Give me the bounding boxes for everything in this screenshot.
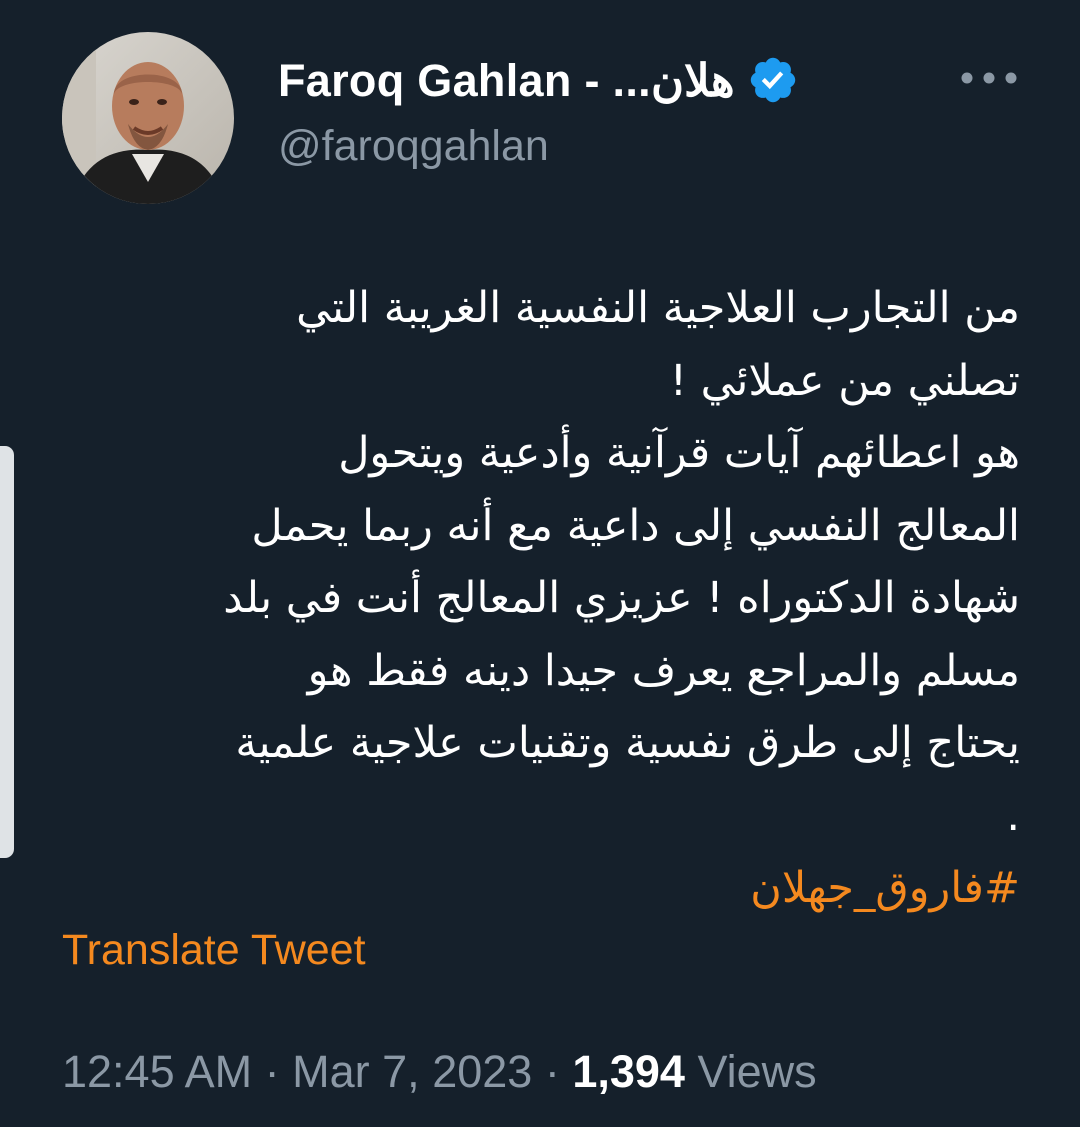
author-handle[interactable]: @faroqgahlan xyxy=(278,122,549,171)
views-count: 1,394 xyxy=(572,1046,698,1097)
scroll-handle[interactable] xyxy=(0,446,14,858)
more-button[interactable] xyxy=(952,56,1026,100)
tweet-meta: 12:45 AM · Mar 7, 2023 · 1,394 Views xyxy=(62,1046,817,1098)
hashtag-link[interactable]: #فاروق_جهلان xyxy=(40,852,1020,925)
author-avatar[interactable] xyxy=(62,32,234,204)
meta-separator: · xyxy=(544,1046,573,1097)
tweet-text-line: مسلم والمراجع يعرف جيدا دينه فقط هو xyxy=(307,645,1020,696)
verified-badge-icon xyxy=(747,54,799,106)
translate-tweet-link[interactable]: Translate Tweet xyxy=(62,926,366,975)
author-display-name[interactable]: Faroq Gahlan - ...هلان xyxy=(278,54,735,107)
profile-photo-icon xyxy=(62,32,234,204)
tweet-date[interactable]: Mar 7, 2023 xyxy=(292,1046,532,1097)
meta-separator: · xyxy=(264,1046,293,1097)
tweet-text: من التجارب العلاجية النفسية الغريبة التي… xyxy=(40,272,1020,925)
tweet-text-line: شهادة الدكتوراه ! عزيزي المعالج أنت في ب… xyxy=(223,573,1020,623)
tweet-time[interactable]: 12:45 AM xyxy=(62,1046,252,1097)
tweet-text-line: يحتاج إلى طرق نفسية وتقنيات علاجية علمية xyxy=(235,718,1020,768)
tweet-text-line: المعالج النفسي إلى داعية مع أنه ربما يحم… xyxy=(251,500,1020,551)
author-name-row[interactable]: Faroq Gahlan - ...هلان xyxy=(278,48,799,112)
more-horizontal-icon xyxy=(961,72,1017,84)
tweet-text-line: . xyxy=(1006,790,1020,841)
tweet-text-line: تصلني من عملائي ! xyxy=(669,355,1020,406)
views-label: Views xyxy=(697,1046,817,1097)
tweet-text-line: من التجارب العلاجية النفسية الغريبة التي xyxy=(296,283,1020,333)
tweet-text-line: هو اعطائهم آيات قرآنية وأدعية ويتحول xyxy=(338,428,1020,478)
